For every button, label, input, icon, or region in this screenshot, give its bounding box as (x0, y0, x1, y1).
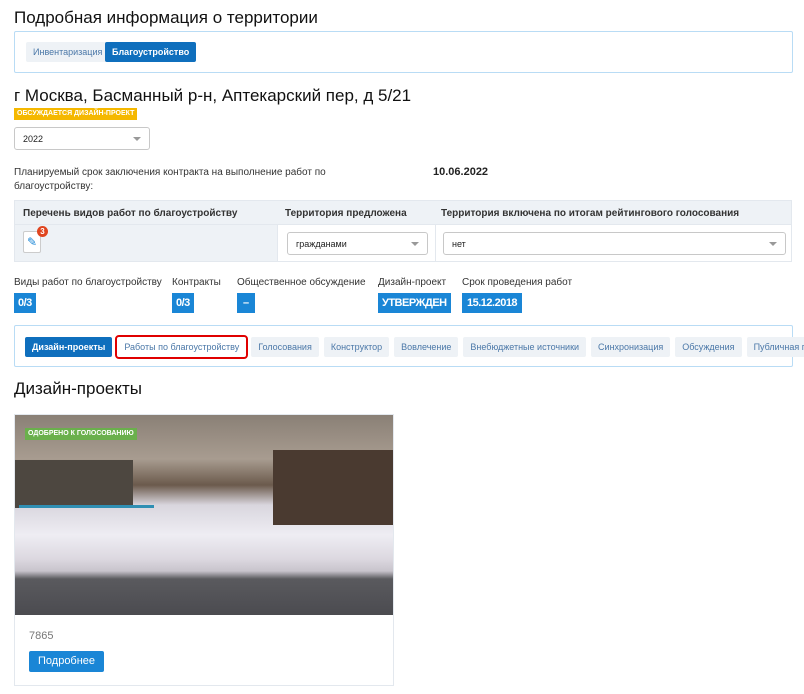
stat-label: Общественное обсуждение (237, 277, 366, 288)
contract-date: 10.06.2022 (433, 166, 489, 178)
tab-design-projects[interactable]: Дизайн-проекты (25, 337, 113, 357)
stat-value: 0/3 (172, 293, 194, 313)
chevron-down-icon (133, 137, 141, 141)
stat-label: Виды работ по благоустройству (14, 277, 162, 288)
stat-value: 15.12.2018 (462, 293, 523, 313)
works-table: Перечень видов работ по благоустройству … (14, 200, 792, 262)
tab-public-acceptance[interactable]: Публичная приемка (746, 337, 804, 357)
tab-discussions[interactable]: Обсуждения (675, 337, 742, 357)
stat-label: Дизайн-проект (378, 277, 447, 288)
year-select-value: 2022 (23, 134, 44, 144)
year-select[interactable]: 2022 (14, 127, 150, 150)
page-title: Подробная информация о территории (14, 8, 318, 27)
tab-engagement[interactable]: Вовлечение (394, 337, 459, 357)
project-photo[interactable]: ОДОБРЕНО К ГОЛОСОВАНИЮ (15, 415, 393, 615)
stat-value: – (237, 293, 255, 313)
chevron-down-icon (411, 242, 419, 246)
tab-offbudget[interactable]: Внебюджетные источники (463, 337, 587, 357)
top-tabs: Инвентаризация Благоустройство (14, 31, 793, 73)
design-project-card: ОДОБРЕНО К ГОЛОСОВАНИЮ 7865 Подробнее (14, 414, 394, 686)
details-button[interactable]: Подробнее (29, 651, 105, 672)
design-projects-heading: Дизайн-проекты (14, 379, 143, 398)
tab-constructor[interactable]: Конструктор (323, 337, 390, 357)
proposed-select[interactable]: гражданами (287, 232, 428, 255)
stat-label: Контракты (172, 277, 221, 288)
included-select[interactable]: нет (443, 232, 786, 255)
col-header-included: Территория включена по итогам рейтингово… (441, 208, 740, 219)
stat-value: УТВЕРЖДЕН (378, 293, 451, 313)
included-value: нет (452, 239, 466, 249)
col-header-proposed: Территория предложена (285, 208, 407, 219)
approved-badge: ОДОБРЕНО К ГОЛОСОВАНИЮ (25, 428, 137, 440)
tab-inventory[interactable]: Инвентаризация (26, 42, 110, 62)
proposed-value: гражданами (296, 239, 347, 249)
col-header-works: Перечень видов работ по благоустройству (23, 208, 238, 219)
chevron-down-icon (769, 242, 777, 246)
tab-voting[interactable]: Голосования (251, 337, 319, 357)
stat-label: Срок проведения работ (462, 277, 573, 288)
tab-sync[interactable]: Синхронизация (591, 337, 671, 357)
stat-value: 0/3 (14, 293, 36, 313)
address-title: г Москва, Басманный р-н, Аптекарский пер… (14, 86, 412, 105)
tab-improvement[interactable]: Благоустройство (105, 42, 197, 62)
section-tabs: Дизайн-проекты Работы по благоустройству… (14, 325, 804, 367)
tab-improvement-works[interactable]: Работы по благоустройству (115, 335, 249, 359)
works-count-badge: 3 (37, 226, 48, 237)
project-id: 7865 (29, 630, 54, 642)
status-badge: ОБСУЖДАЕТСЯ ДИЗАЙН-ПРОЕКТ (14, 108, 138, 120)
contract-label: Планируемый срок заключения контракта на… (14, 167, 326, 192)
